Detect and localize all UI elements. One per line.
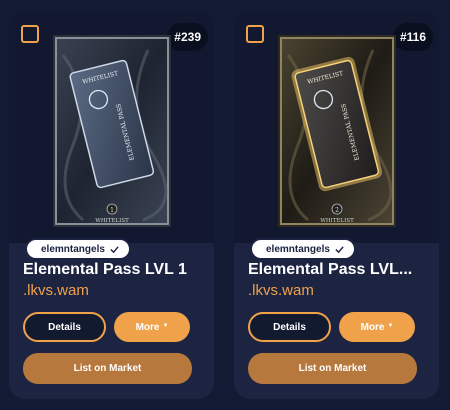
collection-name: elemntangels xyxy=(41,243,105,255)
nft-image[interactable]: WHITELIST ELEMENTAL PASS 1 WHITELIST xyxy=(53,35,171,227)
mint-number-badge: #116 xyxy=(392,23,433,51)
more-label: More xyxy=(135,321,160,333)
collection-badge[interactable]: elemntangels xyxy=(250,238,356,260)
nft-owner[interactable]: .lkvs.wam xyxy=(248,282,314,299)
more-label: More xyxy=(360,321,385,333)
verified-check-icon xyxy=(110,245,119,253)
details-button[interactable]: Details xyxy=(248,312,331,342)
collection-badge[interactable]: elemntangels xyxy=(25,238,131,260)
mint-number-badge: #239 xyxy=(167,23,208,51)
more-button[interactable]: More ▼ xyxy=(114,312,190,342)
verified-check-icon xyxy=(335,245,344,253)
more-button[interactable]: More ▼ xyxy=(339,312,415,342)
collection-name: elemntangels xyxy=(266,243,330,255)
nft-name[interactable]: Elemental Pass LVL... xyxy=(248,261,433,279)
list-on-market-button[interactable]: List on Market xyxy=(248,353,417,384)
art-label-bottom: WHITELIST xyxy=(320,218,354,224)
elemental-pass-artwork: WHITELIST ELEMENTAL PASS 1 WHITELIST xyxy=(53,35,171,227)
list-on-market-label: List on Market xyxy=(73,363,142,374)
nft-owner[interactable]: .lkvs.wam xyxy=(23,282,89,299)
select-checkbox[interactable] xyxy=(246,25,264,43)
nft-image[interactable]: WHITELIST ELEMENTAL PASS 2 WHITELIST xyxy=(278,35,396,227)
nft-card: #239 WHITELIST ELEMENTAL PASS 1 WHITELIS… xyxy=(9,11,214,399)
details-button[interactable]: Details xyxy=(23,312,106,342)
art-label-bottom: WHITELIST xyxy=(95,218,129,224)
list-on-market-button[interactable]: List on Market xyxy=(23,353,192,384)
nft-card: #116 WHITELIST ELEMENTAL PASS 2 WHITELIS… xyxy=(234,11,439,399)
elemental-pass-artwork: WHITELIST ELEMENTAL PASS 2 WHITELIST xyxy=(278,35,396,227)
nft-name[interactable]: Elemental Pass LVL 1 xyxy=(23,261,208,279)
caret-down-icon: ▼ xyxy=(387,323,394,329)
details-label: Details xyxy=(48,321,81,333)
list-on-market-label: List on Market xyxy=(298,363,367,374)
select-checkbox[interactable] xyxy=(21,25,39,43)
details-label: Details xyxy=(273,321,306,333)
caret-down-icon: ▼ xyxy=(162,323,169,329)
art-level: 2 xyxy=(335,207,339,214)
art-level: 1 xyxy=(110,207,114,214)
